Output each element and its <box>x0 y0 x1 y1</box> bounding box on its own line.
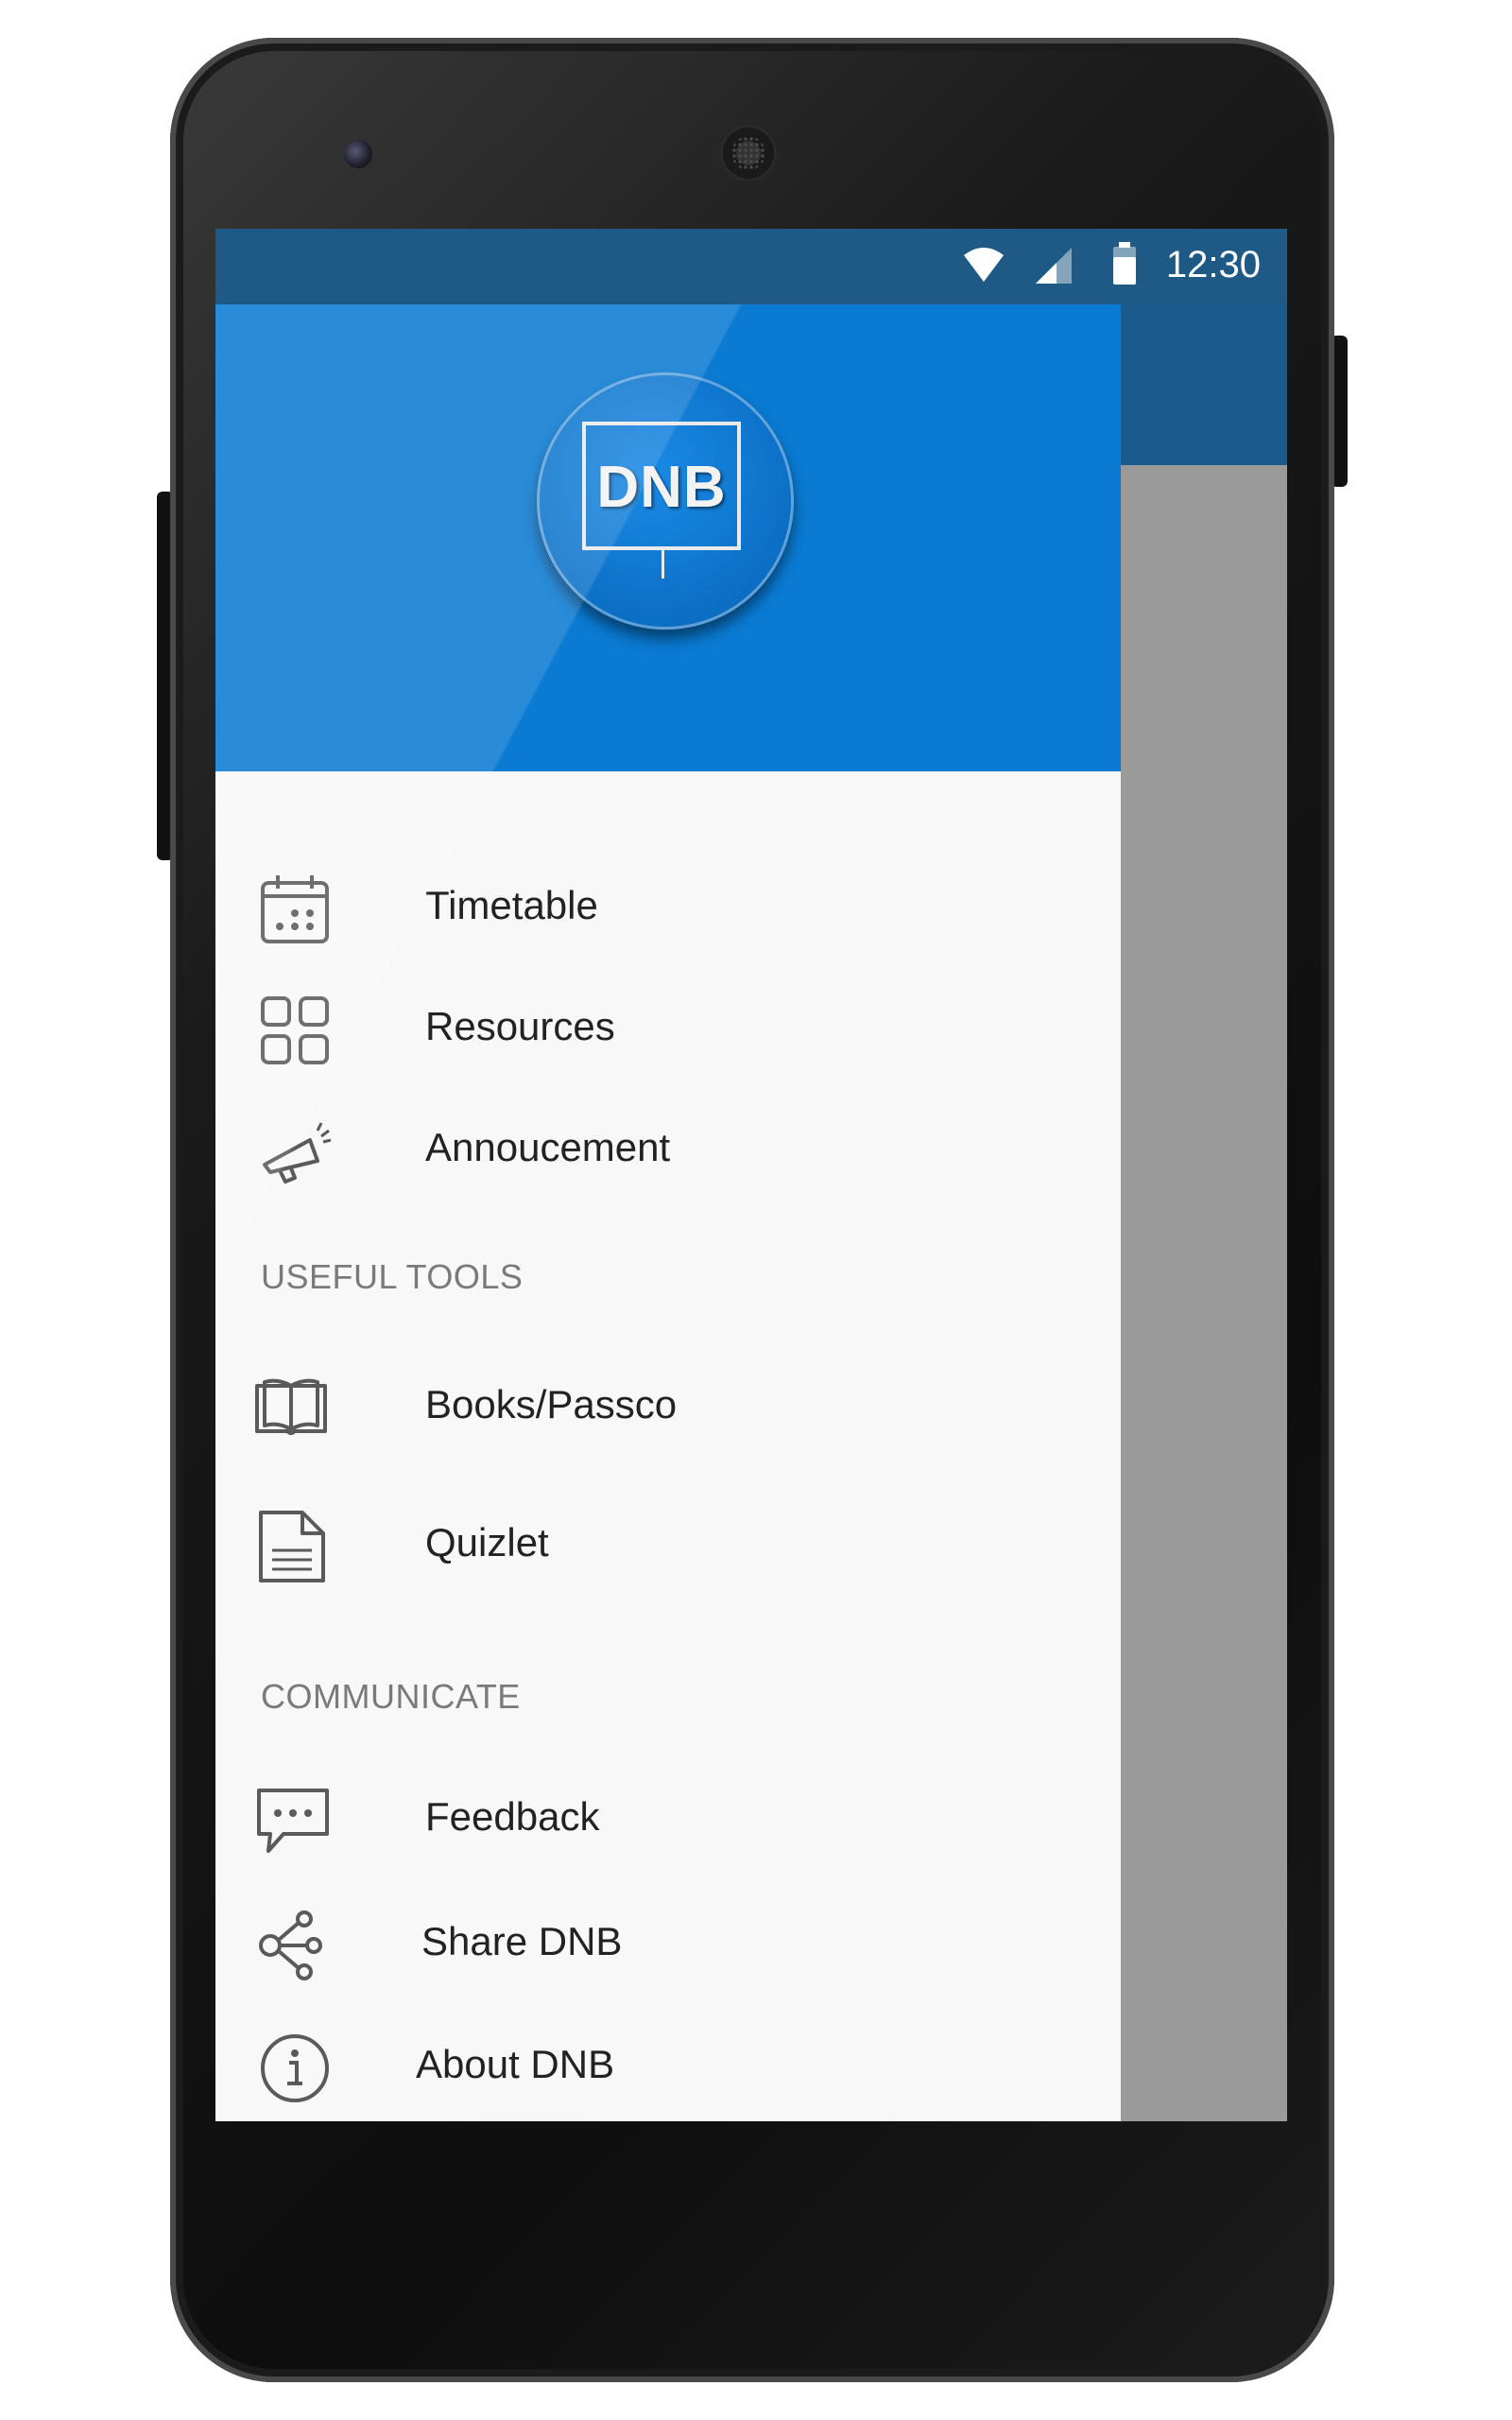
front-camera <box>344 140 372 168</box>
calendar-icon <box>261 875 329 943</box>
status-bar: 12:30 <box>215 229 1287 304</box>
dnb-logo: DNB <box>537 372 794 630</box>
board-icon: DNB <box>582 422 741 579</box>
navigation-drawer: DNB Timetable Resources Annoucement USEF… <box>215 304 1121 2121</box>
drawer-header: DNB <box>215 304 1121 771</box>
drawer-item-label: Resources <box>425 1004 615 1048</box>
drawer-item-about-dnb[interactable]: About DNB <box>215 2012 1121 2116</box>
drawer-item-label: About DNB <box>416 2042 615 2086</box>
status-time: 12:30 <box>1165 244 1261 285</box>
earpiece-speaker <box>720 125 777 182</box>
screen: 12:30 DNB Timetable Resources Annoucemen… <box>215 229 1287 2121</box>
chat-bubble-icon <box>257 1789 329 1853</box>
grid-icon <box>261 996 329 1064</box>
drawer-item-label: Timetable <box>425 883 598 927</box>
document-icon <box>259 1511 325 1582</box>
megaphone-icon <box>263 1122 332 1184</box>
drawer-item-books-passco[interactable]: Books/Passco <box>215 1352 1121 1456</box>
drawer-item-label: Feedback <box>425 1794 600 1839</box>
drawer-item-label: Books/Passco <box>425 1382 678 1426</box>
book-icon <box>255 1378 327 1435</box>
info-icon <box>261 2034 329 2102</box>
cellular-signal-icon <box>1036 248 1072 284</box>
drawer-item-label: Share DNB <box>421 1919 623 1963</box>
section-title-communicate: COMMUNICATE <box>261 1677 521 1716</box>
share-icon <box>259 1910 322 1980</box>
drawer-item-annoucement[interactable]: Annoucement <box>215 1095 1121 1199</box>
drawer-item-resources[interactable]: Resources <box>215 974 1121 1078</box>
drawer-item-label: Annoucement <box>425 1125 671 1169</box>
drawer-item-share-dnb[interactable]: Share DNB <box>215 1889 1121 1993</box>
drawer-item-timetable[interactable]: Timetable <box>215 853 1121 957</box>
section-title-useful-tools: USEFUL TOOLS <box>261 1257 524 1296</box>
drawer-item-feedback[interactable]: Feedback <box>215 1764 1121 1868</box>
logo-text: DNB <box>596 455 727 520</box>
wifi-icon <box>964 248 1004 282</box>
battery-icon <box>1113 242 1136 285</box>
app-toolbar <box>1121 304 1287 465</box>
drawer-item-quizlet[interactable]: Quizlet <box>215 1490 1121 1594</box>
drawer-item-label: Quizlet <box>425 1520 549 1564</box>
